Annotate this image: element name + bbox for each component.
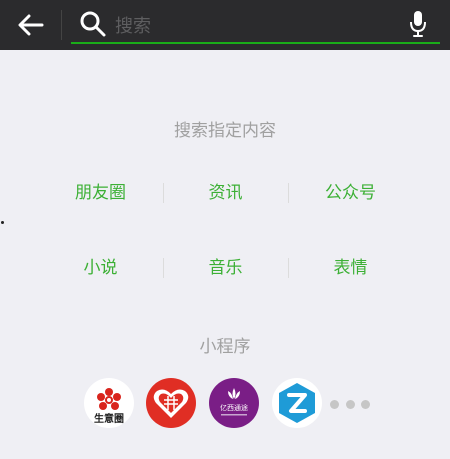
content-row-2: 小说 音乐 表情 — [0, 253, 450, 283]
content-row-1: 朋友圈 资讯 公众号 — [0, 178, 450, 208]
yixi-label: 亿西通途 — [220, 403, 248, 412]
search-underline — [71, 42, 440, 44]
content-section-title: 搜索指定内容 — [174, 121, 276, 141]
mini-program-yixi[interactable]: 亿西通途 — [209, 378, 259, 428]
stray-dot — [1, 221, 4, 224]
more-horizontal-icon[interactable] — [330, 398, 370, 410]
pinduoduo-heart-icon — [153, 389, 189, 418]
dot — [361, 399, 370, 409]
stickers-link[interactable]: 表情 — [288, 253, 413, 283]
microphone-icon[interactable] — [408, 10, 428, 38]
dot — [330, 399, 339, 409]
novels-link[interactable]: 小说 — [38, 253, 163, 283]
top-bar — [0, 0, 450, 50]
z-logo-icon — [279, 383, 315, 423]
shengyiquan-logo-icon: 生意圈 — [94, 388, 124, 425]
back-button[interactable] — [14, 10, 48, 40]
search-icon — [80, 11, 106, 37]
mini-programs-title: 小程序 — [199, 337, 251, 357]
articles-link[interactable]: 资讯 — [163, 178, 288, 208]
moments-link[interactable]: 朋友圈 — [38, 178, 163, 208]
mini-program-pinduoduo[interactable] — [146, 378, 196, 428]
mini-program-shengyiquan[interactable]: 生意圈 — [84, 378, 134, 428]
toolbar-divider — [61, 10, 62, 40]
search-input[interactable] — [113, 10, 397, 42]
shengyiquan-label: 生意圈 — [94, 412, 124, 425]
search-bar — [71, 8, 440, 44]
official-accounts-link[interactable]: 公众号 — [288, 178, 413, 208]
mini-program-z[interactable] — [272, 378, 322, 428]
music-link[interactable]: 音乐 — [163, 253, 288, 283]
yixi-logo-icon: 亿西通途 — [220, 388, 248, 416]
mini-programs-row: 生意圈 亿西通途 — [0, 378, 450, 430]
dot — [345, 399, 355, 409]
arrow-left-icon — [18, 14, 44, 36]
